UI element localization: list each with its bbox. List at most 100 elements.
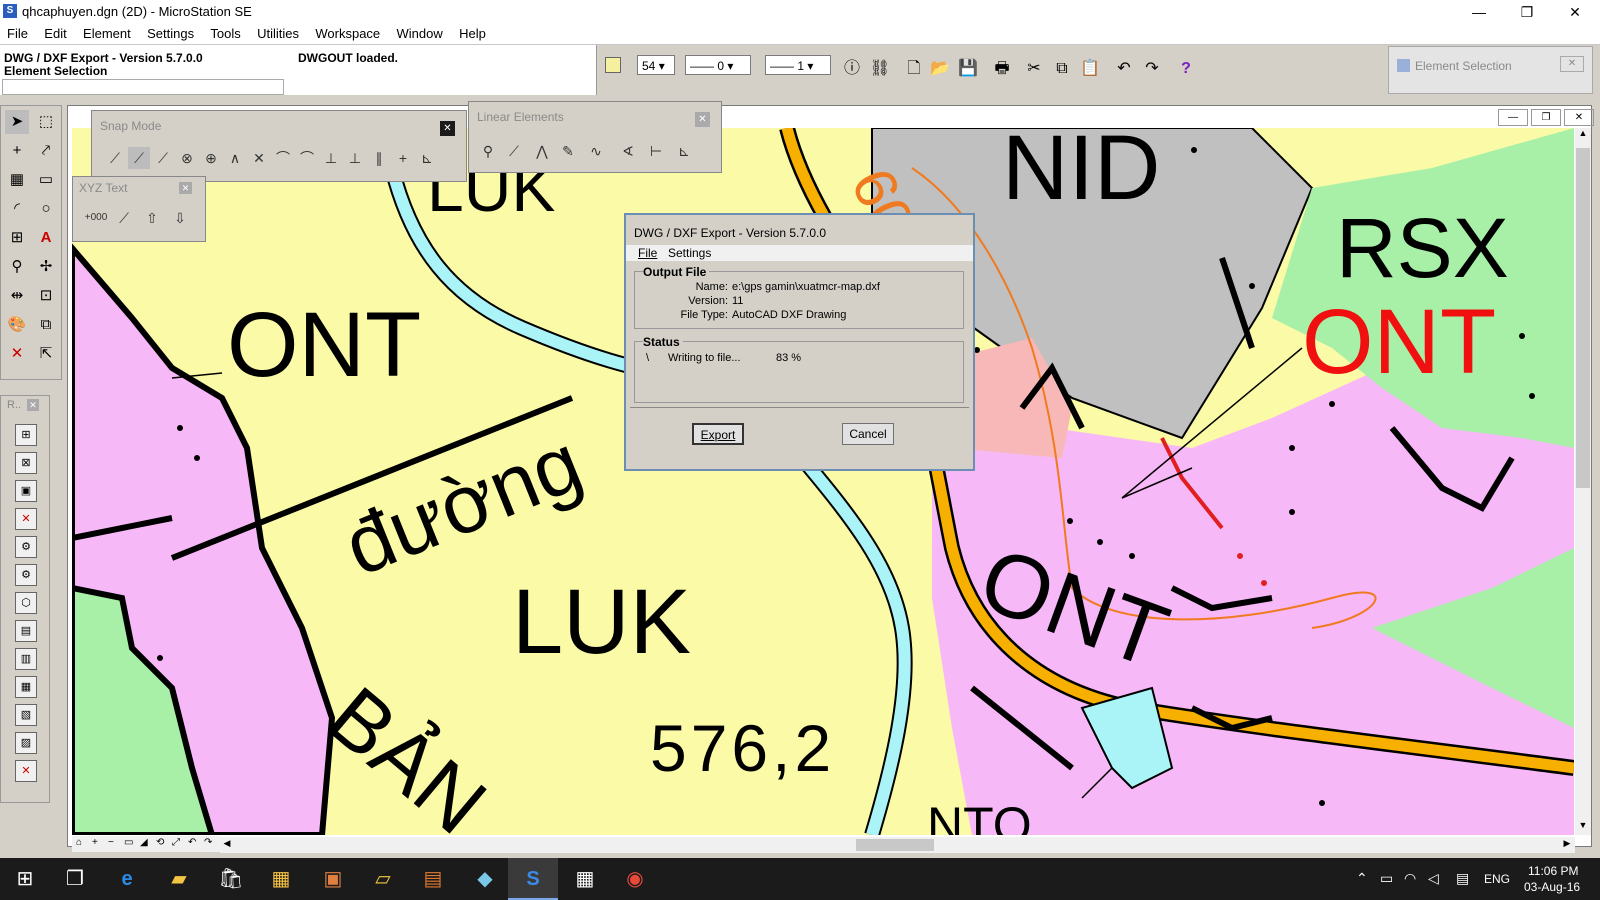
rotate-view-icon[interactable]: ⟲ (156, 837, 164, 848)
task-view-icon[interactable]: ❐ (62, 866, 88, 892)
key-in-field[interactable] (2, 79, 284, 95)
vertical-scrollbar[interactable]: ▲ ▼ (1575, 128, 1591, 835)
snap-tangent-point-icon[interactable]: ⌒ (296, 147, 318, 169)
battery-icon[interactable]: ▭ (1380, 870, 1393, 887)
help-icon[interactable]: ? (1175, 58, 1197, 80)
raster-tool-9-icon[interactable]: ▥ (15, 648, 37, 670)
snap-through-point-icon[interactable]: + (392, 147, 414, 169)
label-coordinate-icon[interactable]: ⟋ (113, 207, 135, 229)
smartline-tool-icon[interactable]: ⚲ (477, 140, 499, 162)
notification-icon[interactable]: ▤ (1456, 870, 1469, 887)
horizontal-scrollbar[interactable]: ◀ ▶ (220, 837, 1575, 853)
vertical-scroll-thumb[interactable] (1576, 148, 1590, 488)
fit-view-icon[interactable]: ◢ (140, 837, 148, 848)
export-button[interactable]: Export (692, 423, 744, 445)
raster-tool-2-icon[interactable]: ⊠ (15, 452, 37, 474)
raster-tool-12-icon[interactable]: ▨ (15, 732, 37, 754)
close-button[interactable]: ✕ (1552, 0, 1598, 24)
raster-tool-1-icon[interactable]: ⊞ (15, 424, 37, 446)
circle-icon[interactable]: ○ (34, 197, 58, 221)
print-icon[interactable]: 🖶 (991, 58, 1013, 80)
new-file-icon[interactable]: 🗋 (903, 58, 925, 80)
raster-tool-13-icon[interactable]: ✕ (15, 760, 37, 782)
dimension-icon[interactable]: ⊡ (34, 284, 58, 308)
snap-midpoint-icon[interactable]: ⟋ (152, 147, 174, 169)
snap-center-icon[interactable]: ⊗ (176, 147, 198, 169)
cancel-button[interactable]: Cancel (842, 423, 894, 445)
clock-date[interactable]: 03-Aug-16 (1524, 880, 1580, 894)
redo-icon[interactable]: ↷ (1141, 58, 1163, 80)
raster-tool-10-icon[interactable]: ▦ (15, 676, 37, 698)
language-indicator[interactable]: ENG (1484, 872, 1510, 886)
cell-icon[interactable]: ⊞ (5, 226, 29, 250)
fence-icon[interactable]: ⬚ (34, 110, 58, 134)
linear-elements-close-icon[interactable]: ✕ (695, 112, 710, 127)
undo-icon[interactable]: ↶ (1113, 58, 1135, 80)
raster-tool-6-icon[interactable]: ⚙ (15, 564, 37, 586)
document-app-icon[interactable]: ▤ (420, 866, 446, 892)
snap-perpendicular-icon[interactable]: ⊥ (320, 147, 342, 169)
palette-icon[interactable]: 🎨 (5, 313, 29, 337)
restore-button[interactable]: ❐ (1504, 0, 1550, 24)
info-icon[interactable]: ⓘ (841, 58, 863, 80)
secondary-palette-close-icon[interactable]: ✕ (27, 399, 39, 411)
line-style-combo[interactable]: —— 0 ▾ (685, 55, 751, 75)
scroll-down-icon[interactable]: ▼ (1576, 820, 1590, 834)
start-icon[interactable]: ⊞ (12, 866, 38, 892)
place-line-icon[interactable]: ⟋ (503, 140, 525, 162)
menu-workspace[interactable]: Workspace (308, 24, 386, 41)
point-curve-icon[interactable]: ∿ (585, 140, 607, 162)
zoom-in-icon[interactable]: + (92, 837, 98, 848)
chrome-icon[interactable]: ◉ (622, 866, 648, 892)
scroll-left-icon[interactable]: ◀ (220, 838, 234, 852)
text-icon[interactable]: A (34, 226, 58, 250)
color-combo[interactable]: 54 ▾ (637, 55, 675, 75)
tray-chevron-icon[interactable]: ⌃ (1356, 870, 1368, 887)
snap-origin-icon[interactable]: ⊕ (200, 147, 222, 169)
menu-file[interactable]: File (0, 24, 34, 41)
stream-line-icon[interactable]: ✎ (557, 140, 579, 162)
raster-tool-4-icon[interactable]: ✕ (15, 508, 37, 530)
pattern-icon[interactable]: ▦ (5, 168, 29, 192)
line-weight-combo[interactable]: —— 1 ▾ (765, 55, 831, 75)
multiline-icon[interactable]: ⋀ (531, 140, 553, 162)
cut-icon[interactable]: ✂ (1023, 58, 1045, 80)
snap-keypoint-icon[interactable]: ⟋ (128, 147, 150, 169)
menu-utilities[interactable]: Utilities (250, 24, 305, 41)
view-control-1-icon[interactable]: ⌂ (76, 837, 82, 848)
window-area-icon[interactable]: ▭ (124, 837, 133, 848)
snap-mode-close-icon[interactable]: ✕ (440, 121, 455, 136)
snap-nearest-icon[interactable]: ⟋ (104, 147, 126, 169)
view-minimize-icon[interactable]: — (1498, 109, 1528, 126)
minimize-button[interactable]: — (1456, 0, 1502, 24)
paste-icon[interactable]: 📋 (1079, 58, 1101, 80)
line-perpendicular-icon[interactable]: ⊾ (673, 140, 695, 162)
scroll-up-icon[interactable]: ▲ (1576, 128, 1590, 142)
calculator-icon[interactable]: ▦ (572, 866, 598, 892)
apps-grid-icon[interactable]: ▦ (268, 866, 294, 892)
notes-app-icon[interactable]: ◆ (472, 866, 498, 892)
active-color-swatch[interactable] (605, 57, 621, 73)
smartline-icon[interactable]: ⤤ (34, 139, 58, 163)
copy-icon[interactable]: ⧉ (1051, 58, 1073, 80)
folder-app-icon[interactable]: ▱ (370, 866, 396, 892)
clock-time[interactable]: 11:06 PM (1528, 864, 1578, 878)
arc-icon[interactable]: ◜ (5, 197, 29, 221)
wifi-icon[interactable]: ◠ (1404, 870, 1416, 887)
view-maximize-icon[interactable]: ❐ (1531, 109, 1561, 126)
pan-view-icon[interactable]: ⤢ (172, 837, 180, 848)
microstation-taskbar-icon[interactable]: S (520, 866, 546, 892)
place-point-icon[interactable]: + (5, 139, 29, 163)
rectangle-icon[interactable]: ▭ (34, 168, 58, 192)
tag-icon[interactable]: ⚲ (5, 255, 29, 279)
xyz-text-close-icon[interactable]: ✕ (179, 182, 192, 194)
import-down-icon[interactable]: ⇩ (169, 207, 191, 229)
menu-tools[interactable]: Tools (203, 24, 246, 41)
file-explorer-icon[interactable]: ▰ (166, 866, 192, 892)
raster-tool-5-icon[interactable]: ⚙ (15, 536, 37, 558)
raster-tool-7-icon[interactable]: ⬡ (15, 592, 37, 614)
snap-tangent-icon[interactable]: ⌒ (272, 147, 294, 169)
snap-bisector-icon[interactable]: ∧ (224, 147, 246, 169)
line-angle-icon[interactable]: ∢ (617, 140, 639, 162)
export-coordinates-icon[interactable]: +000 (81, 207, 111, 229)
